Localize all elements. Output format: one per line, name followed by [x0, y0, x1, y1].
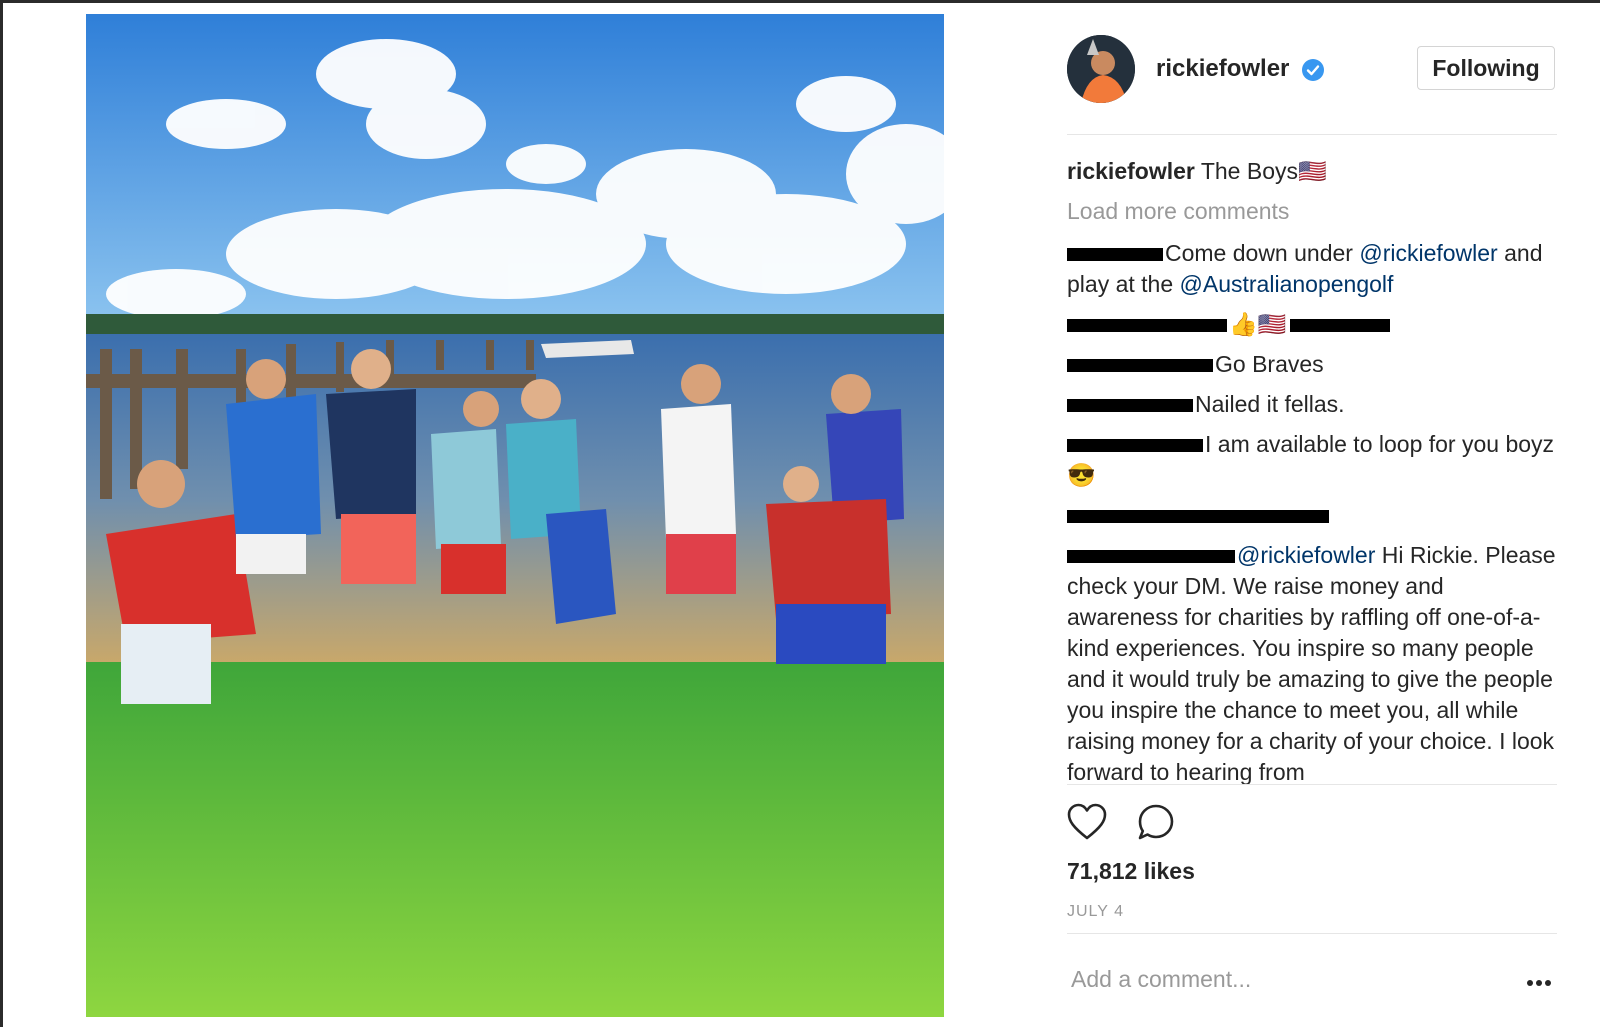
comment-emoji: 👍🇺🇸 — [1229, 311, 1287, 337]
author-username[interactable]: rickiefowler — [1156, 55, 1289, 83]
comment-item: I am available to loop for you boyz 😎 — [1067, 429, 1557, 491]
redacted-username — [1067, 319, 1227, 333]
comment-text: Nailed it fellas. — [1195, 391, 1345, 417]
comment-mention[interactable]: @rickiefowler — [1359, 240, 1497, 266]
post-sidebar: rickiefowler Following rickiefowler The … — [1067, 0, 1557, 1027]
redacted-username — [1067, 399, 1193, 413]
window-frame-left — [0, 0, 3, 1027]
comment-item: 👍🇺🇸 — [1067, 309, 1557, 340]
post-date: JULY 4 — [1067, 903, 1124, 920]
comment-item: Nailed it fellas. — [1067, 389, 1557, 420]
likes-count[interactable]: 71,812 likes — [1067, 858, 1195, 885]
comment-mention[interactable]: @Australianopengolf — [1180, 271, 1394, 297]
caption-text: The Boys🇺🇸 — [1200, 158, 1327, 184]
verified-badge-icon — [1302, 59, 1324, 81]
caption: rickiefowler The Boys🇺🇸 — [1067, 156, 1557, 187]
redacted-username — [1067, 439, 1203, 453]
comments-divider — [1067, 784, 1557, 785]
comment-bubble-icon[interactable] — [1137, 803, 1175, 841]
post-photo[interactable] — [86, 14, 944, 1017]
comment-text: Go Braves — [1215, 351, 1324, 377]
comment-item: Go Braves — [1067, 349, 1557, 380]
add-comment-input[interactable] — [1071, 966, 1491, 993]
load-more-comments-button[interactable]: Load more comments — [1067, 196, 1557, 227]
more-options-icon[interactable] — [1526, 979, 1552, 987]
avatar[interactable] — [1067, 35, 1135, 103]
redacted-comment — [1067, 510, 1329, 524]
caption-username[interactable]: rickiefowler — [1067, 158, 1195, 184]
footer-divider — [1067, 933, 1557, 934]
comments-list[interactable]: rickiefowler The Boys🇺🇸 Load more commen… — [1067, 156, 1557, 784]
header-divider — [1067, 134, 1557, 135]
redacted-text — [1290, 319, 1391, 333]
heart-icon[interactable] — [1067, 803, 1107, 841]
comment-text: Hi Rickie. Please check your DM. We rais… — [1067, 542, 1556, 784]
comment-text: Come down under — [1165, 240, 1360, 266]
avatar-image — [1067, 35, 1135, 103]
comment-item — [1067, 500, 1557, 531]
comment-item: Come down under @rickiefowler and play a… — [1067, 238, 1557, 300]
comment-item: @rickiefowler Hi Rickie. Please check yo… — [1067, 540, 1557, 784]
following-button[interactable]: Following — [1417, 46, 1555, 90]
redacted-username — [1067, 359, 1213, 373]
comment-mention[interactable]: @rickiefowler — [1237, 542, 1375, 568]
redacted-username — [1067, 550, 1235, 564]
post-photo-illustration — [86, 14, 944, 1017]
redacted-username — [1067, 248, 1163, 262]
